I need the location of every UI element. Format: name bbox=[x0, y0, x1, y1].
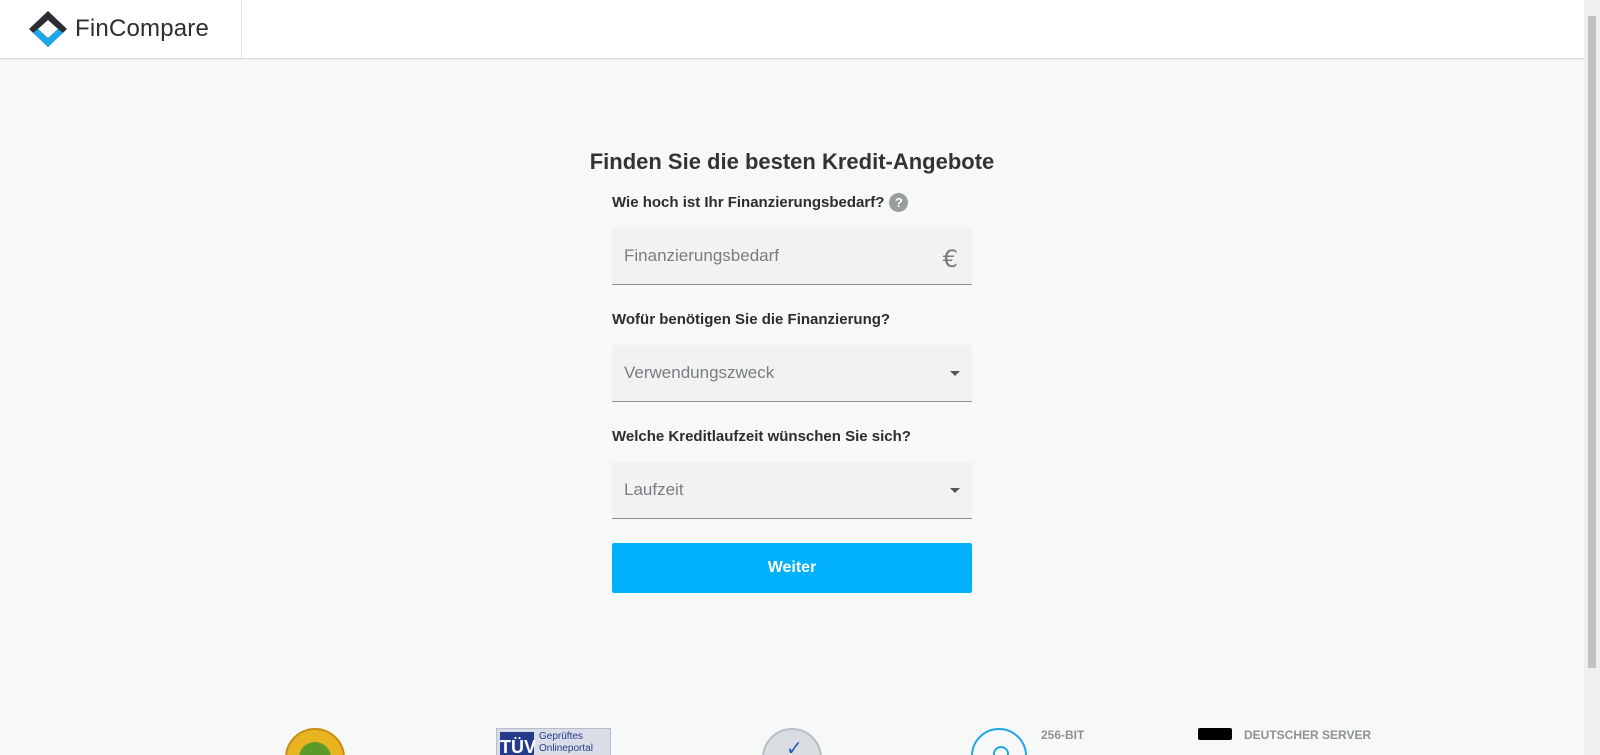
amount-question: Wie hoch ist Ihr Finanzierungsbedarf? ? bbox=[612, 190, 972, 214]
term-select-value: Laufzeit bbox=[624, 480, 684, 499]
euro-icon: € bbox=[942, 245, 958, 273]
scrollbar[interactable] bbox=[1584, 0, 1600, 755]
tuv-logo: TÜV bbox=[500, 732, 536, 755]
help-icon[interactable]: ? bbox=[889, 192, 909, 212]
scrollbar-thumb[interactable] bbox=[1588, 16, 1596, 668]
purpose-select-value: Verwendungszweck bbox=[624, 363, 775, 382]
tuv-badge: TÜV Geprüftes Onlineportal bbox=[496, 728, 611, 755]
trust-badges: TÜV Geprüftes Onlineportal ✓ 256-BIT DEU… bbox=[0, 728, 1584, 755]
amount-field-container: € bbox=[612, 228, 972, 285]
ssl-text: 256-BIT bbox=[1041, 728, 1085, 742]
verified-seal-icon: ✓ bbox=[762, 728, 822, 755]
amount-question-text: Wie hoch ist Ihr Finanzierungsbedarf? bbox=[612, 193, 885, 211]
server-icon bbox=[1198, 728, 1232, 740]
page-title: Finden Sie die besten Kredit-Angebote bbox=[589, 149, 995, 174]
purpose-select[interactable]: Verwendungszweck bbox=[612, 345, 972, 402]
lock-icon bbox=[971, 728, 1027, 755]
server-text: DEUTSCHER SERVER bbox=[1244, 728, 1372, 742]
top-header: FinCompare bbox=[0, 0, 1584, 59]
weiter-button[interactable]: Weiter bbox=[612, 543, 972, 593]
credit-form: Wie hoch ist Ihr Finanzierungsbedarf? ? … bbox=[612, 190, 972, 593]
ssl-badge: 256-BIT bbox=[971, 728, 1084, 755]
tuv-text: Geprüftes Onlineportal bbox=[539, 731, 593, 754]
award-seal-icon bbox=[285, 728, 345, 755]
header-divider bbox=[241, 0, 242, 58]
term-select[interactable]: Laufzeit bbox=[612, 462, 972, 519]
brand-name: FinCompare bbox=[75, 15, 210, 42]
brand-logo[interactable]: FinCompare bbox=[29, 11, 209, 47]
chevron-down-icon bbox=[950, 371, 960, 376]
purpose-question: Wofür benötigen Sie die Finanzierung? bbox=[612, 310, 891, 328]
amount-input[interactable] bbox=[624, 228, 924, 284]
chevron-down-icon bbox=[950, 488, 960, 493]
fincompare-logo-icon bbox=[29, 11, 67, 47]
server-badge: DEUTSCHER SERVER bbox=[1198, 728, 1371, 755]
term-question: Welche Kreditlaufzeit wünschen Sie sich? bbox=[612, 427, 911, 445]
